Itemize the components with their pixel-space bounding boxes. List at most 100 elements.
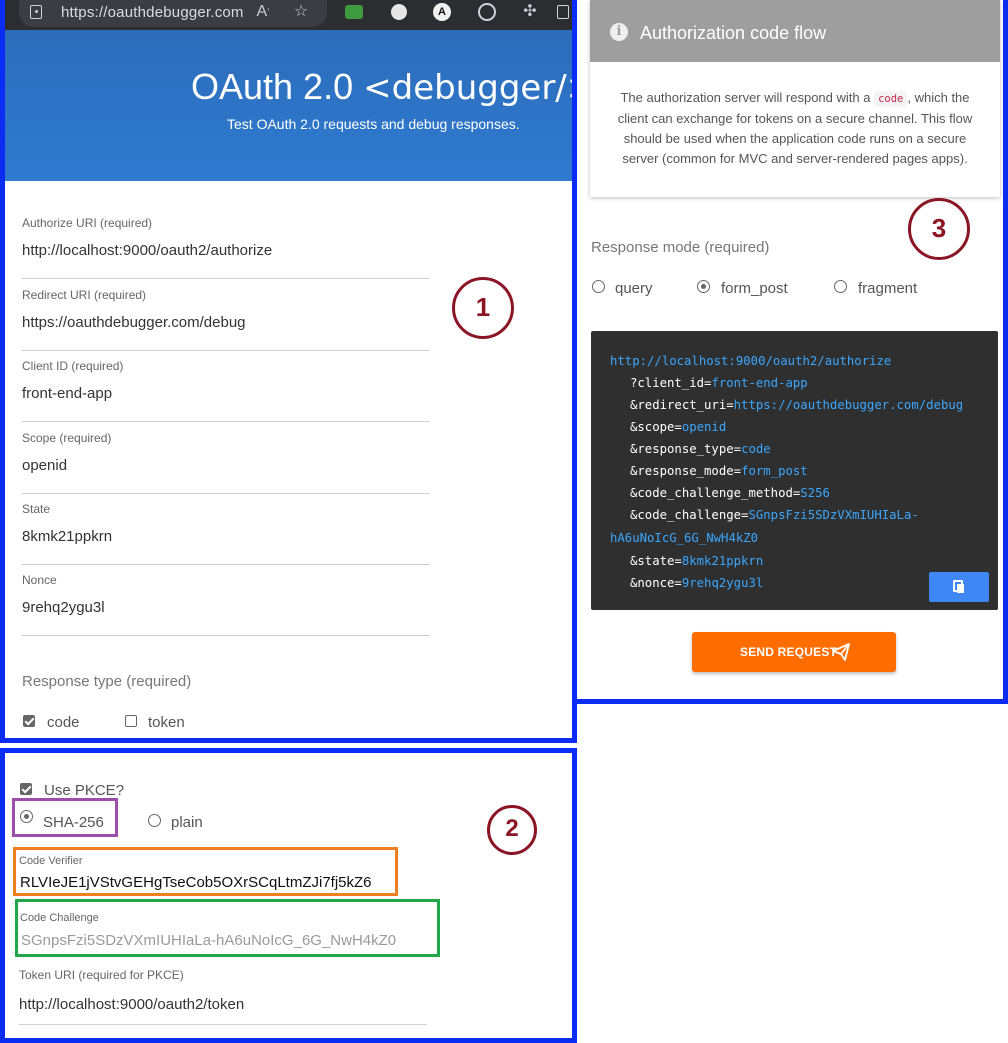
param-value: form_post (741, 464, 808, 478)
response-type-code-label[interactable]: code (47, 714, 80, 731)
annotation-3: 3 (908, 198, 970, 260)
request-param-line: ?client_id=front-end-app (630, 376, 808, 390)
panel-request-form: https://oauthdebugger.com Aʼ ☆ A ✣ OAuth… (0, 0, 577, 743)
redirect-uri-input[interactable]: https://oauthdebugger.com/debug (22, 314, 246, 331)
flow-card-header: i Authorization code flow (590, 0, 1000, 62)
response-type-token-checkbox[interactable] (125, 715, 137, 727)
copy-icon (953, 580, 964, 593)
flow-card-body: The authorization server will respond wi… (608, 88, 982, 169)
response-mode-label: Response mode (required) (591, 239, 770, 256)
read-aloud-icon[interactable]: Aʼ (252, 2, 274, 24)
scope-input[interactable]: openid (22, 457, 67, 474)
param-value: S256 (800, 486, 830, 500)
extension-round-icon[interactable] (391, 4, 407, 20)
param-value: front-end-app (711, 376, 808, 390)
field-label: Redirect URI (required) (22, 288, 147, 302)
extensions-puzzle-icon[interactable]: ✣ (519, 2, 541, 22)
token-uri-label: Token URI (required for PKCE) (19, 968, 184, 982)
plain-radio[interactable] (148, 814, 161, 827)
split-view-icon[interactable] (557, 5, 569, 19)
param-key: &state= (630, 554, 682, 568)
send-request-button[interactable]: SEND REQUEST (692, 632, 896, 672)
request-param-line: &nonce=9rehq2ygu3l (630, 576, 763, 590)
scope-field[interactable]: Scope (required) openid (22, 422, 430, 494)
request-preview-box: http://localhost:9000/oauth2/authorize ?… (591, 331, 998, 610)
response-mode-query-label[interactable]: query (615, 280, 653, 297)
request-param-line: &redirect_uri=https://oauthdebugger.com/… (630, 398, 963, 412)
use-pkce-checkbox[interactable] (20, 783, 32, 795)
param-key: &response_mode= (630, 464, 742, 478)
field-label: Client ID (required) (22, 359, 124, 373)
title-tag: <debugger/> (363, 68, 577, 108)
request-param-line: hA6uNoIcG_6G_NwH4kZ0 (610, 531, 758, 545)
param-key: &scope= (630, 420, 682, 434)
code-challenge-label: Code Challenge (20, 912, 99, 924)
param-value: hA6uNoIcG_6G_NwH4kZ0 (610, 531, 759, 545)
param-value: 9rehq2ygu3l (681, 576, 764, 590)
response-mode-form-post-radio[interactable] (697, 280, 710, 293)
use-pkce-label[interactable]: Use PKCE? (44, 782, 124, 799)
request-param-line: &scope=openid (630, 420, 726, 434)
request-param-line: &state=8kmk21ppkrn (630, 554, 763, 568)
info-icon: i (610, 23, 628, 41)
plain-label[interactable]: plain (171, 814, 203, 831)
client-id-field[interactable]: Client ID (required) front-end-app (22, 350, 430, 422)
panel-flow-preview: i Authorization code flow The authorizat… (572, 0, 1008, 704)
state-input[interactable]: 8kmk21ppkrn (22, 528, 112, 545)
param-key: &nonce= (630, 576, 682, 590)
request-base-url: http://localhost:9000/oauth2/authorize (610, 354, 891, 368)
redirect-uri-field[interactable]: Redirect URI (required) https://oauthdeb… (22, 279, 430, 351)
field-label: State (22, 502, 51, 516)
title-main: OAuth 2.0 (191, 66, 354, 107)
request-param-line: &response_type=code (630, 442, 771, 456)
field-label: Nonce (22, 573, 57, 587)
param-value: openid (681, 420, 727, 434)
request-base-value: http://localhost:9000/oauth2/authorize (610, 354, 892, 368)
param-value: SGnpsFzi5SDzVXmIUHIaLa- (748, 508, 919, 522)
sha256-radio[interactable] (20, 810, 33, 823)
angular-extension-icon[interactable]: A (433, 3, 451, 21)
send-request-label: SEND REQUEST (740, 645, 838, 659)
copy-request-button[interactable] (929, 572, 989, 602)
response-type-token-label[interactable]: token (148, 714, 185, 731)
annotation-1: 1 (452, 277, 514, 339)
field-label: Authorize URI (required) (22, 216, 153, 230)
page-title: OAuth 2.0 <debugger/> (191, 66, 577, 108)
param-key: &code_challenge_method= (630, 486, 801, 500)
param-key: &redirect_uri= (630, 398, 734, 412)
page-subtitle: Test OAuth 2.0 requests and debug respon… (227, 116, 520, 132)
param-key: &code_challenge= (630, 508, 749, 522)
sha256-label[interactable]: SHA-256 (43, 814, 104, 831)
state-field[interactable]: State 8kmk21ppkrn (22, 493, 430, 565)
response-type-code-checkbox[interactable] (23, 715, 35, 727)
response-mode-fragment-label[interactable]: fragment (858, 280, 917, 297)
hero-banner: OAuth 2.0 <debugger/> Test OAuth 2.0 req… (5, 30, 577, 181)
response-mode-form-post-label[interactable]: form_post (721, 280, 788, 297)
request-param-line: &code_challenge=SGnpsFzi5SDzVXmIUHIaLa- (630, 508, 919, 522)
field-label: Scope (required) (22, 431, 112, 445)
lock-icon (30, 5, 42, 19)
request-param-line: &code_challenge_method=S256 (630, 486, 830, 500)
token-uri-input[interactable]: http://localhost:9000/oauth2/token (19, 996, 244, 1013)
param-value: code (741, 442, 771, 456)
flow-card-title: Authorization code flow (640, 23, 827, 43)
extension-shield-icon[interactable] (345, 5, 363, 19)
response-mode-query-radio[interactable] (592, 280, 605, 293)
param-key: ?client_id= (630, 376, 712, 390)
code-verifier-input[interactable]: RLVIeJE1jVStvGEHgTseCob5OXrSCqLtmZJi7fj5… (20, 874, 372, 891)
client-id-input[interactable]: front-end-app (22, 385, 112, 402)
code-challenge-value: SGnpsFzi5SDzVXmIUHIaLa-hA6uNoIcG_6G_NwH4… (21, 932, 397, 949)
nonce-input[interactable]: 9rehq2ygu3l (22, 599, 105, 616)
browser-toolbar: https://oauthdebugger.com Aʼ ☆ A ✣ (5, 0, 572, 30)
target-extension-icon[interactable] (478, 3, 496, 21)
authorize-uri-field[interactable]: Authorize URI (required) http://localhos… (22, 207, 430, 279)
param-value: https://oauthdebugger.com/debug (733, 398, 964, 412)
response-type-label: Response type (required) (22, 673, 192, 690)
response-mode-fragment-radio[interactable] (834, 280, 847, 293)
nonce-field[interactable]: Nonce 9rehq2ygu3l (22, 564, 430, 636)
authorize-uri-input[interactable]: http://localhost:9000/oauth2/authorize (22, 242, 272, 259)
flow-info-card: i Authorization code flow The authorizat… (590, 0, 1000, 197)
favorite-star-icon[interactable]: ☆ (290, 2, 312, 22)
address-url[interactable]: https://oauthdebugger.com (61, 4, 244, 21)
param-key: &response_type= (630, 442, 742, 456)
